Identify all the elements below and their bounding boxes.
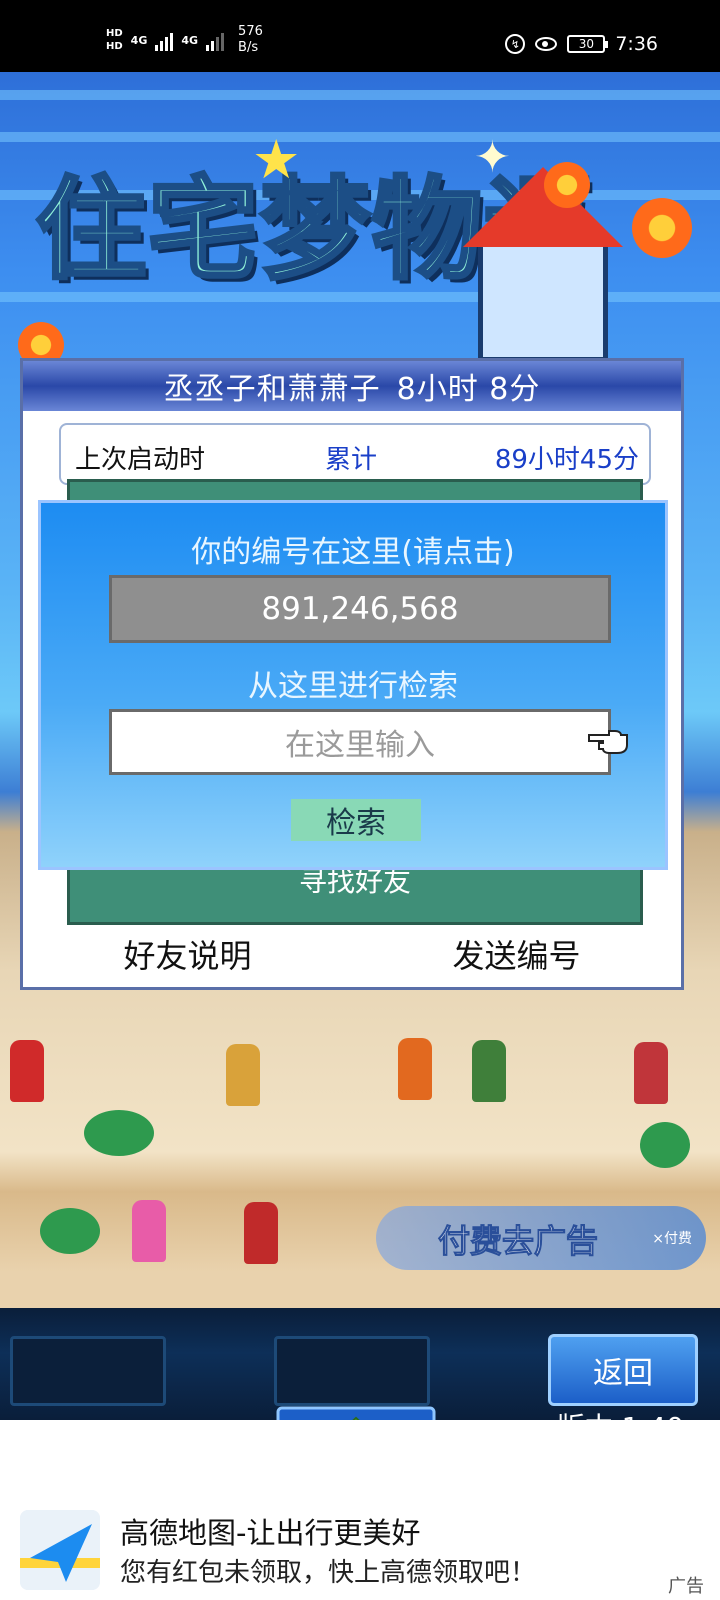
friend-panel-actions: 好友说明 发送编号 [23,931,681,977]
speed-unit: B/s [238,40,259,55]
search-input[interactable]: 在这里输入 [109,709,611,775]
battery-level: 30 [578,37,594,51]
send-id-button[interactable]: 发送编号 [452,931,580,977]
network2-label: 4G [181,33,199,47]
total-label: 累计 [325,445,378,475]
pointing-hand-icon [588,730,628,754]
remove-ads-button[interactable]: 付费去广告 ×付费 [376,1206,706,1270]
shrub [40,1208,100,1254]
battery-icon: 30 [567,35,609,53]
empty-slot-middle[interactable] [274,1336,430,1406]
signal2-icon [206,29,225,51]
last-launch-label: 上次启动时 [75,445,206,475]
player-names: 丞丞子和萧萧子 [163,372,381,407]
id-dialog: 你的编号在这里(请点击) 891,246,568 从这里进行检索 在这里输入 检… [38,500,668,870]
ad-subtitle[interactable]: 您有红包未领取，快上高德领取吧！ [120,1552,536,1589]
status-bar: HD HD 4G 4G 576 B/s ↯ 30 7:36 [0,0,720,72]
nfc-icon: ↯ [505,34,526,54]
empty-slot-left[interactable] [10,1336,166,1406]
bg-stripe [0,90,720,100]
total-value: 89小时45分 [494,445,639,475]
network-speed: 576 B/s [238,24,263,56]
hd2-label: HD [106,41,123,52]
friend-panel-header: 丞丞子和萧萧子 8小时 8分 [23,361,681,411]
star-icon: ★ [252,128,301,191]
search-button[interactable]: 检索 [291,799,421,841]
shrub [84,1110,154,1156]
game-screen[interactable]: 住宅梦物语 ★ ✦ 丞丞子和萧萧子 8小时 8分 上次启动时 累计 89小时45… [0,72,720,1420]
shrub [640,1122,690,1168]
your-id-field[interactable]: 891,246,568 [109,575,611,643]
your-id-value: 891,246,568 [261,591,459,627]
ad-banner[interactable]: 高德地图-让出行更美好 您有红包未领取，快上高德领取吧！ 广告 [0,1420,720,1600]
launch-info-row: 上次启动时 累计 89小时45分 [59,423,651,485]
signal1-icon [155,29,174,51]
character-sprite [132,1200,166,1262]
remove-ads-label: 付费去广告 [437,1222,599,1261]
network1-label: 4G [130,33,148,47]
character-sprite [244,1202,278,1264]
your-id-label: 你的编号在这里(请点击) [191,535,515,570]
flower-icon [544,162,590,208]
flower-icon [632,198,692,258]
game-bottom-bar: 返回 [0,1308,720,1420]
status-right: ↯ 30 7:36 [505,33,658,55]
speed-value: 576 [238,24,263,39]
remove-ads-close[interactable]: ×付费 [652,1228,692,1248]
eye-comfort-icon [535,37,558,51]
character-sprite [10,1040,44,1102]
ad-title[interactable]: 高德地图-让出行更美好 [120,1510,420,1552]
friend-info-button[interactable]: 好友说明 [123,931,251,977]
hd-indicators: HD HD [106,28,123,52]
play-time: 8小时 8分 [396,372,541,407]
status-left: HD HD 4G 4G 576 B/s [106,24,263,56]
amap-logo-icon [20,1510,100,1590]
clock: 7:36 [615,33,658,55]
back-button[interactable]: 返回 [548,1334,698,1406]
character-sprite [226,1044,260,1106]
search-placeholder: 在这里输入 [285,728,435,763]
search-label: 从这里进行检索 [248,669,458,704]
hd1-label: HD [106,28,123,39]
character-sprite [472,1040,506,1102]
character-sprite [398,1038,432,1100]
ad-tag: 广告 [668,1576,704,1597]
house-icon [463,167,623,362]
character-sprite [634,1042,668,1104]
